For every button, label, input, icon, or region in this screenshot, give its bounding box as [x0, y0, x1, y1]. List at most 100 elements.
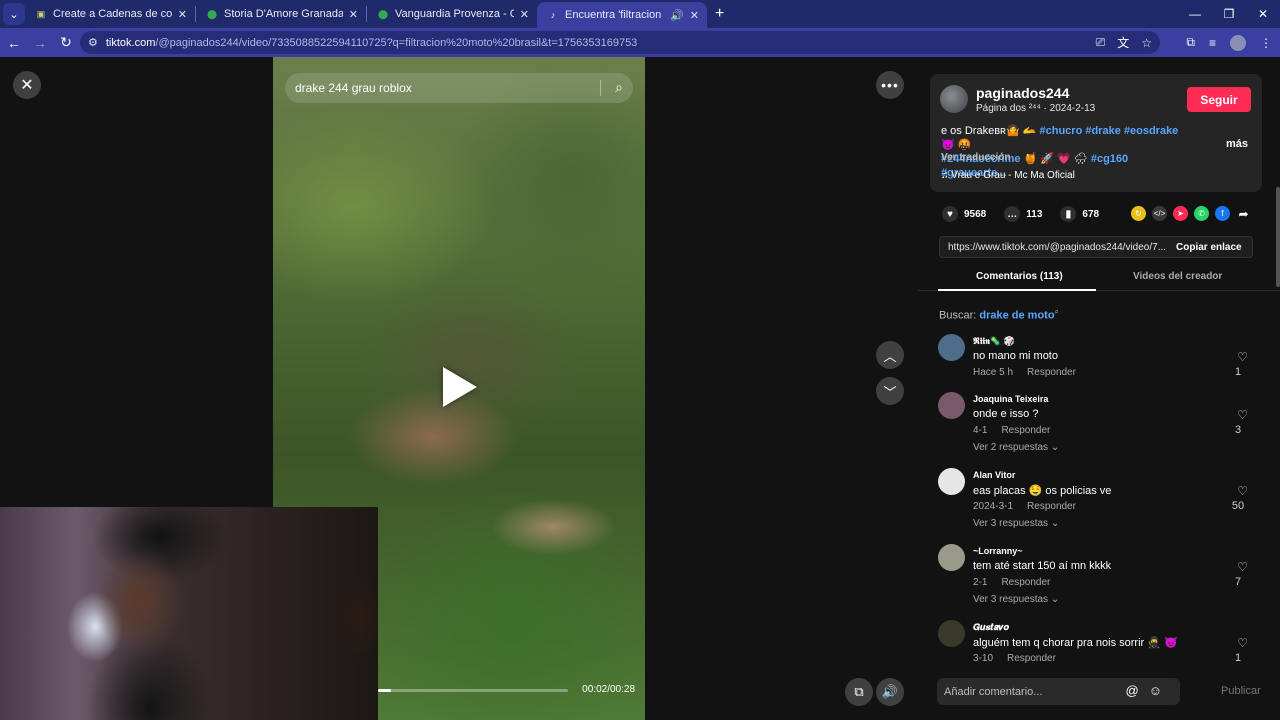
heart-icon[interactable]: ♡: [1237, 408, 1248, 422]
comment-author[interactable]: 𝑮𝒖𝒔𝒕𝒂𝒗𝒐: [973, 622, 1009, 633]
cast-icon[interactable]: ⎚: [1096, 35, 1106, 50]
translate-icon[interactable]: 文: [1117, 34, 1129, 51]
comment-input[interactable]: Añadir comentario... @☺: [937, 678, 1180, 705]
media-control-icon[interactable]: ≡: [1209, 36, 1216, 50]
follow-button[interactable]: Seguir: [1187, 87, 1251, 112]
tab-3-active[interactable]: ♪ Encuentra 'filtracion moto b 🔊 ✕: [537, 2, 707, 28]
creator-avatar[interactable]: [940, 85, 968, 113]
view-replies-button[interactable]: Ver 3 respuestas ⌄: [973, 518, 1059, 529]
forward-icon[interactable]: →: [28, 35, 52, 51]
extensions-icon[interactable]: ⧉: [1186, 35, 1195, 50]
comment-avatar[interactable]: [938, 334, 965, 361]
restore-icon[interactable]: ❐: [1212, 0, 1246, 28]
panel-tabs: Comentarios (113) Videos del creador: [918, 267, 1280, 291]
mention-emoji-icons[interactable]: @☺: [1126, 683, 1172, 698]
repost-icon[interactable]: ↻: [1131, 206, 1146, 221]
desc-hashtags[interactable]: #chucro #drake #eosdrake: [1040, 125, 1179, 137]
comment-avatar[interactable]: [938, 468, 965, 495]
new-tab-icon[interactable]: +: [715, 5, 724, 23]
heart-icon[interactable]: ♡: [1237, 636, 1248, 650]
heart-icon[interactable]: ♡: [1237, 560, 1248, 574]
reply-button[interactable]: Responder: [1001, 425, 1050, 436]
more-button[interactable]: más: [1226, 138, 1248, 150]
scrollbar[interactable]: [1276, 187, 1280, 287]
comment-avatar[interactable]: [938, 620, 965, 647]
tab-1[interactable]: ⬤ Storia D'Amore Granada - Goo ✕: [196, 0, 366, 28]
speaker-icon[interactable]: 🔊: [670, 9, 684, 22]
comment-author[interactable]: Joaquina Teixeira: [973, 394, 1048, 404]
next-video-icon[interactable]: ﹀: [876, 377, 904, 405]
heart-icon[interactable]: ♡: [1237, 484, 1248, 498]
comment-author[interactable]: Alan Vitor: [973, 470, 1015, 480]
translate-link[interactable]: Ver traducción: [941, 152, 1010, 163]
webcam-overlay: [0, 507, 378, 720]
reply-button[interactable]: Responder: [1001, 577, 1050, 588]
progress-bar[interactable]: [378, 689, 568, 692]
save-button[interactable]: ▮ 678: [1060, 206, 1099, 222]
minimize-icon[interactable]: —: [1178, 0, 1212, 28]
tab-search-button[interactable]: ⌄: [3, 3, 25, 25]
back-icon[interactable]: ←: [2, 35, 26, 51]
reload-icon[interactable]: ↻: [54, 34, 78, 51]
video-stage: drake 244 grau roblox ⌕ 00:02/00:28 ✕ ••…: [0, 57, 918, 720]
publish-button[interactable]: Publicar: [1221, 685, 1261, 697]
close-icon[interactable]: ✕: [349, 8, 358, 21]
volume-icon[interactable]: 🔊: [876, 678, 904, 706]
site-info-icon[interactable]: ⚙: [88, 36, 98, 49]
search-suggestion: Buscar: drake de moto⌕: [939, 307, 1059, 322]
video-search-bar[interactable]: drake 244 grau roblox ⌕: [285, 73, 633, 103]
bookmark-star-icon[interactable]: ☆: [1141, 36, 1152, 50]
share-arrow-icon[interactable]: ➦: [1236, 206, 1251, 221]
play-icon[interactable]: [443, 367, 477, 407]
bookmark-icon: ▮: [1060, 206, 1077, 222]
picture-in-picture-icon[interactable]: ⧉: [845, 678, 873, 706]
previous-video-icon[interactable]: ︿: [876, 341, 904, 369]
menu-icon[interactable]: ⋮: [1260, 36, 1272, 50]
tab-title: Storia D'Amore Granada - Goo: [224, 8, 343, 20]
address-bar[interactable]: ⚙ tiktok.com/@paginados244/video/7335088…: [80, 31, 1160, 54]
comment-text: onde e isso ?: [973, 408, 1039, 420]
tab-creator-videos[interactable]: Videos del creador: [1133, 271, 1222, 282]
comment-time: 4-1: [973, 425, 988, 436]
comment-button[interactable]: … 113: [1004, 206, 1042, 222]
whatsapp-icon[interactable]: ✆: [1194, 206, 1209, 221]
like-button[interactable]: ♥ 9568: [942, 206, 986, 222]
copy-link-button[interactable]: Copiar enlace: [1168, 242, 1242, 253]
facebook-icon[interactable]: f: [1215, 206, 1230, 221]
comment-text: no mano mi moto: [973, 350, 1058, 362]
active-tab-indicator: [938, 289, 1096, 291]
comment-author[interactable]: 𝕽𝖎𝖎𝖓🦠 🎲: [973, 336, 1015, 347]
like-count: 9568: [964, 208, 987, 220]
search-query-link[interactable]: drake de moto: [979, 310, 1054, 322]
comment-time: 2024-3-1: [973, 501, 1014, 512]
creator-username[interactable]: paginados244: [976, 85, 1069, 101]
tab-comments[interactable]: Comentarios (113): [976, 271, 1063, 282]
heart-icon[interactable]: ♡: [1237, 350, 1248, 364]
more-options-icon[interactable]: •••: [876, 71, 904, 99]
close-video-button[interactable]: ✕: [13, 71, 41, 99]
share-url[interactable]: https://www.tiktok.com/@paginados244/vid…: [940, 242, 1168, 253]
music-link[interactable]: ♫ Vrau e Grau - Mc Ma Oficial: [941, 170, 1075, 181]
profile-avatar[interactable]: [1230, 34, 1246, 51]
comment-avatar[interactable]: [938, 392, 965, 419]
search-icon[interactable]: ⌕: [615, 79, 623, 96]
comment-meta: 2024-3-1 Responder: [973, 501, 1076, 512]
close-icon[interactable]: ✕: [690, 9, 699, 22]
comment-icon: …: [1004, 206, 1021, 222]
embed-icon[interactable]: </>: [1152, 206, 1167, 221]
comment-time: 3-10: [973, 653, 994, 664]
reply-button[interactable]: Responder: [1027, 367, 1076, 378]
tab-0[interactable]: ▣ Create a Cadenas de comidas r ✕: [25, 0, 195, 28]
close-window-icon[interactable]: ✕: [1246, 0, 1280, 28]
close-icon[interactable]: ✕: [178, 8, 187, 21]
reply-button[interactable]: Responder: [1027, 501, 1076, 512]
comment-avatar[interactable]: [938, 544, 965, 571]
view-replies-button[interactable]: Ver 2 respuestas ⌄: [973, 442, 1059, 453]
close-icon[interactable]: ✕: [520, 8, 529, 21]
tab-2[interactable]: ⬤ Vanguardia Provenza - Google ✕: [367, 0, 537, 28]
url-host: tiktok.com: [105, 36, 156, 49]
send-icon[interactable]: ➤: [1173, 206, 1188, 221]
view-replies-button[interactable]: Ver 3 respuestas ⌄: [973, 594, 1059, 605]
comment-author[interactable]: ~Lorranny~: [973, 546, 1023, 556]
reply-button[interactable]: Responder: [1007, 653, 1056, 664]
